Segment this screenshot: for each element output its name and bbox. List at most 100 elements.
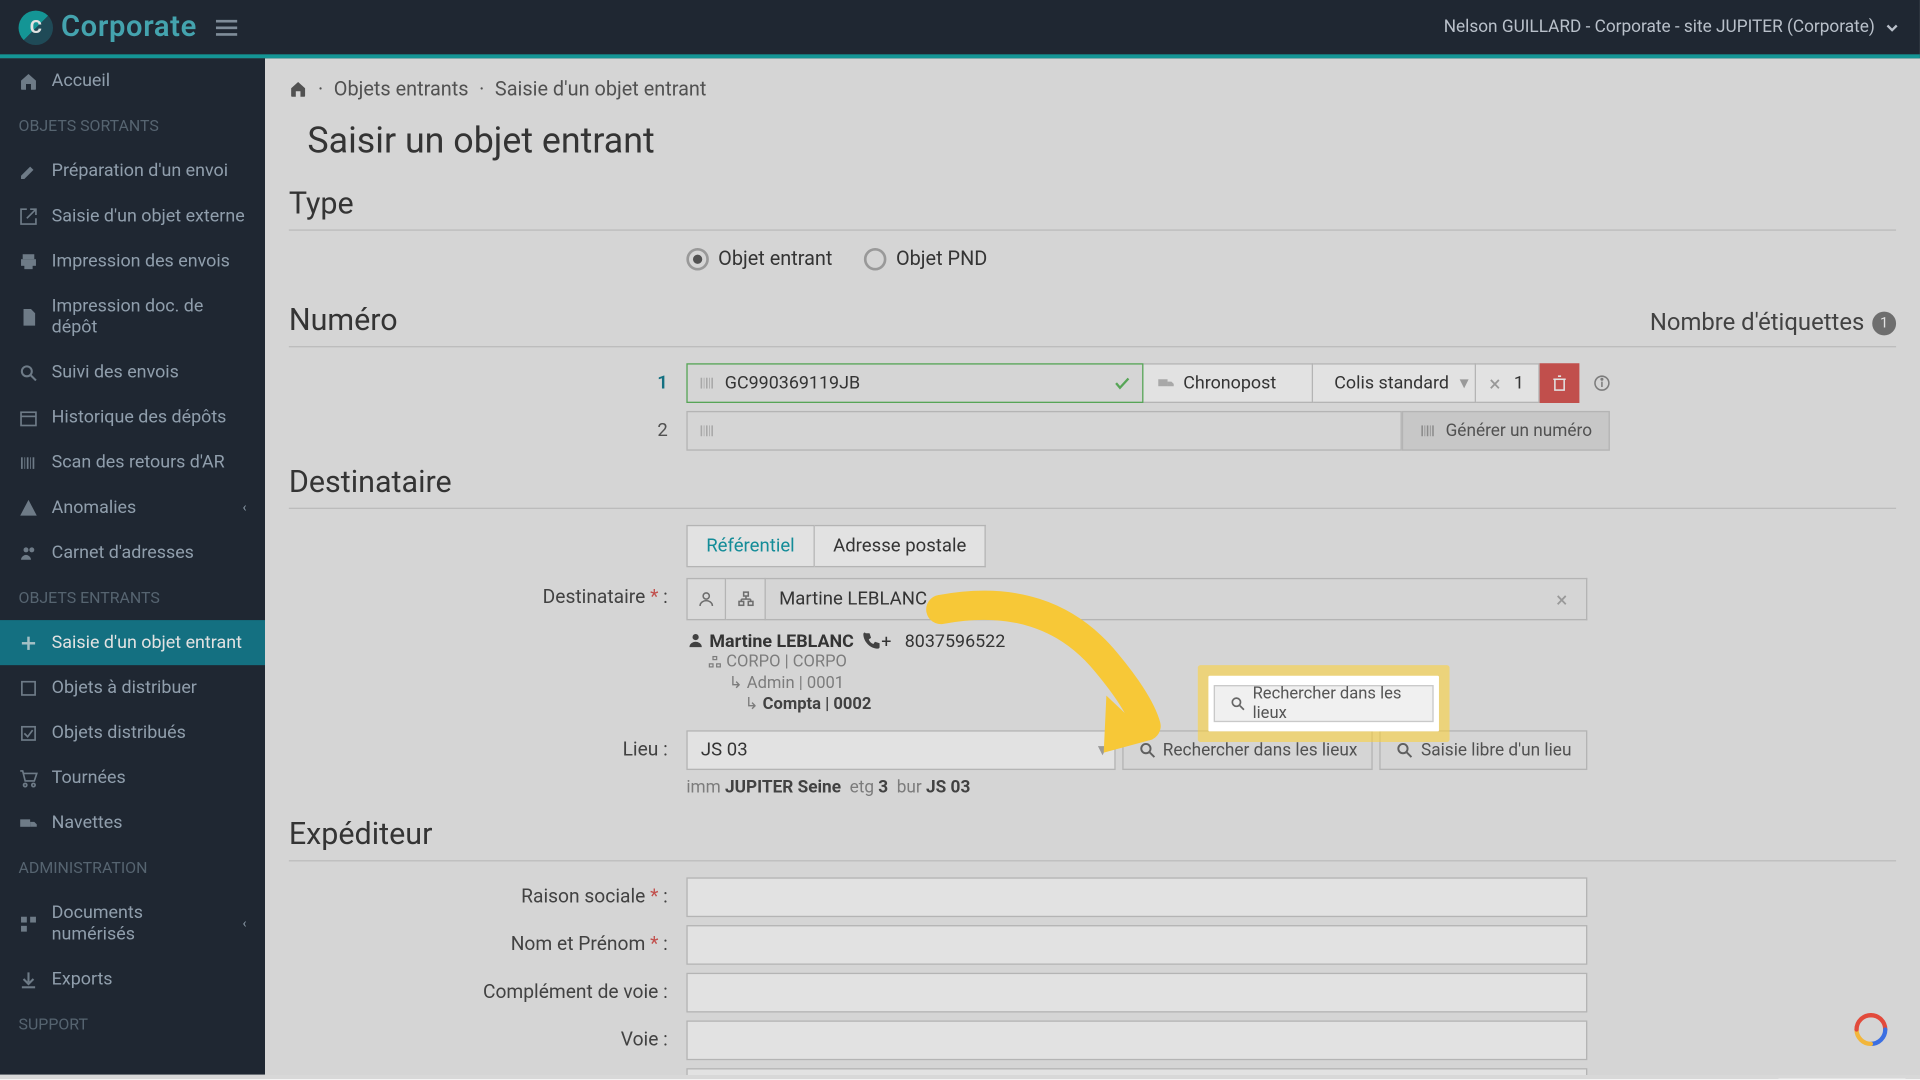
sidebar-item-scan-retours[interactable]: Scan des retours d'AR (0, 440, 265, 485)
numero-row-index-1: 1 (289, 372, 687, 393)
parcel-type-select[interactable]: Colis standard▾ (1313, 363, 1476, 403)
barcode-icon (19, 452, 39, 472)
delete-row-button[interactable] (1540, 363, 1580, 403)
person-icon (686, 631, 705, 650)
sidebar-item-accueil[interactable]: Accueil (0, 58, 265, 103)
breadcrumb-current: Saisie d'un objet entrant (495, 77, 706, 101)
nom-prenom-input[interactable] (686, 925, 1587, 965)
destinataire-tabs: Référentiel Adresse postale (686, 525, 1896, 567)
destinataire-label: Destinataire * : (289, 578, 687, 620)
phone-icon (863, 631, 882, 650)
qty-input[interactable]: ×1 (1476, 363, 1540, 403)
person-icon (697, 590, 716, 609)
cart-icon (19, 768, 39, 788)
label-count-badge: 1 (1872, 311, 1896, 335)
breadcrumb-link-1[interactable]: Objets entrants (334, 77, 469, 101)
info-icon[interactable] (1593, 374, 1612, 393)
complement-voie-label: Complément de voie : (289, 973, 687, 1013)
raison-sociale-input[interactable] (686, 877, 1587, 917)
highlighted-search-lieux-button[interactable]: Rechercher dans les lieux (1214, 685, 1434, 722)
barcode-icon (698, 374, 717, 393)
app-name: Corporate (61, 11, 197, 44)
announcekit-widget-icon[interactable] (1854, 1012, 1888, 1046)
search-icon (1230, 694, 1246, 713)
person-icon-button[interactable] (686, 578, 726, 620)
generate-number-button[interactable]: Générer un numéro (1402, 411, 1609, 451)
voie-label: Voie : (289, 1020, 687, 1060)
sidebar-item-impression-doc-depot[interactable]: Impression doc. de dépôt (0, 284, 265, 350)
sidebar-item-objets-distribues[interactable]: Objets distribués (0, 710, 265, 755)
sidebar-item-preparation-envoi[interactable]: Préparation d'un envoi (0, 148, 265, 193)
sidebar-item-anomalies[interactable]: Anomalies‹ (0, 485, 265, 530)
barcode-icon (698, 421, 717, 440)
user-context-dropdown[interactable]: Nelson GUILLARD - Corporate - site JUPIT… (1444, 17, 1902, 37)
download-icon (19, 969, 39, 989)
page-title: Saisir un objet entrant (289, 119, 1896, 161)
sidebar-item-documents-numerises[interactable]: Documents numérisés‹ (0, 890, 265, 956)
sidebar: Accueil OBJETS SORTANTS Préparation d'un… (0, 58, 265, 1074)
sidebar-item-impression-envois[interactable]: Impression des envois (0, 239, 265, 284)
label-count: Nombre d'étiquettes 1 (1650, 309, 1896, 337)
numero-row-index-2: 2 (289, 420, 687, 441)
print-icon (19, 251, 39, 271)
pencil-icon (19, 161, 39, 181)
annotation-arrow-icon (888, 583, 1206, 795)
numero-input-2[interactable] (686, 411, 1402, 451)
radio-objet-pnd[interactable]: Objet PND (864, 246, 987, 270)
clear-icon[interactable]: × (1551, 586, 1573, 611)
radio-objet-entrant[interactable]: Objet entrant (686, 246, 832, 270)
tab-adresse-postale[interactable]: Adresse postale (815, 525, 987, 567)
app-logo[interactable]: C Corporate (19, 10, 197, 44)
lieudit-input[interactable] (686, 1068, 1587, 1075)
sidebar-item-historique-depots[interactable]: Historique des dépôts (0, 395, 265, 440)
carrier-select[interactable]: Chronopost (1143, 363, 1313, 403)
lieu-label: Lieu : (289, 730, 687, 770)
voie-input[interactable] (686, 1020, 1587, 1060)
section-numero-title: Numéro (289, 302, 398, 338)
calendar-icon (19, 407, 39, 427)
org-icon-button[interactable] (726, 578, 766, 620)
chevron-down-icon (1883, 18, 1902, 37)
external-icon (19, 206, 39, 226)
plus-icon (19, 633, 39, 653)
sidebar-item-objets-distribuer[interactable]: Objets à distribuer (0, 665, 265, 710)
barcode-icon (1419, 421, 1438, 440)
nom-prenom-label: Nom et Prénom * : (289, 925, 687, 965)
sidebar-item-carnet-adresses[interactable]: Carnet d'adresses (0, 530, 265, 575)
radio-checked-icon (686, 247, 709, 270)
logo-icon: C (19, 10, 53, 44)
chevron-down-icon: ▾ (1460, 372, 1469, 393)
sidebar-item-saisie-externe[interactable]: Saisie d'un objet externe (0, 193, 265, 238)
org-tree-icon (708, 655, 723, 670)
sidebar-heading-sortants: OBJETS SORTANTS (0, 103, 265, 148)
breadcrumb: · Objets entrants · Saisie d'un objet en… (289, 58, 1896, 119)
truck-icon (19, 813, 39, 833)
topbar: C Corporate Nelson GUILLARD - Corporate … (0, 0, 1920, 58)
addressbook-icon (19, 543, 39, 563)
sidebar-item-exports[interactable]: Exports (0, 957, 265, 1002)
sidebar-heading-admin: ADMINISTRATION (0, 845, 265, 890)
check-icon (1113, 374, 1132, 393)
sidebar-heading-entrants: OBJETS ENTRANTS (0, 575, 265, 620)
chevron-left-icon: ‹ (242, 500, 246, 515)
main-content: · Objets entrants · Saisie d'un objet en… (265, 58, 1920, 1074)
destinataire-name: Martine LEBLANC (709, 631, 853, 652)
sidebar-item-tournees[interactable]: Tournées (0, 755, 265, 800)
close-icon[interactable]: × (1484, 370, 1506, 395)
trash-icon (1550, 374, 1569, 393)
home-icon[interactable] (289, 80, 308, 99)
checkbox-empty-icon (19, 678, 39, 698)
section-destinataire-title: Destinataire (289, 464, 1896, 500)
lieu-detail: imm JUPITER Seine etg 3 bur JS 03 (686, 778, 1896, 798)
qrcode-icon (19, 914, 39, 934)
sidebar-item-navettes[interactable]: Navettes (0, 800, 265, 845)
document-icon (19, 307, 39, 327)
menu-toggle-icon[interactable] (216, 15, 237, 39)
lieudit-label: Lieu-dit/BP : (289, 1068, 687, 1075)
truck-icon (1157, 374, 1176, 393)
tab-referentiel[interactable]: Référentiel (686, 525, 814, 567)
sidebar-item-saisie-objet-entrant[interactable]: Saisie d'un objet entrant (0, 620, 265, 665)
complement-voie-input[interactable] (686, 973, 1587, 1013)
sidebar-item-suivi-envois[interactable]: Suivi des envois (0, 350, 265, 395)
numero-input-1[interactable]: GC990369119JB (686, 363, 1143, 403)
